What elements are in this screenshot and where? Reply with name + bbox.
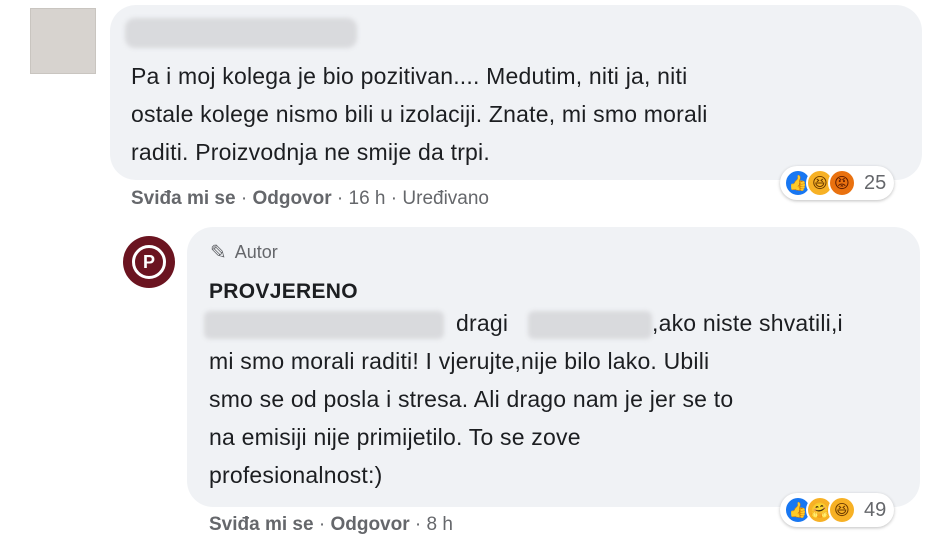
- avatar[interactable]: [30, 8, 96, 74]
- separator: ·: [318, 514, 326, 535]
- separator: ·: [414, 514, 422, 535]
- comment-text-line: na emisiji nije primijetilo. To se zove: [209, 424, 581, 450]
- reactions-summary[interactable]: 👍 😆 😡 25: [780, 166, 895, 200]
- edited-label[interactable]: Uređivano: [402, 188, 489, 209]
- haha-icon: 😆: [828, 496, 856, 524]
- avatar[interactable]: P: [123, 236, 175, 288]
- author-name[interactable]: PROVJERENO: [209, 280, 358, 304]
- reply-button[interactable]: Odgovor: [330, 514, 409, 535]
- comment-text-line: smo se od posla i stresa. Ali drago nam …: [209, 386, 734, 412]
- reactions-summary[interactable]: 👍 🤗 😆 49: [780, 493, 895, 527]
- separator: ·: [336, 188, 344, 209]
- redacted-text: [528, 311, 652, 339]
- comment-actions: Sviđa mi se · Odgovor · 16 h · Uređivano: [131, 188, 489, 210]
- reaction-count: 49: [864, 498, 887, 521]
- author-badge: ✎ Autor: [210, 240, 278, 265]
- reply-button[interactable]: Odgovor: [252, 188, 331, 209]
- comment-text-line: profesionalnost:): [209, 462, 383, 488]
- comment-text-line: mi smo morali raditi! I vjerujte,nije bi…: [209, 348, 710, 374]
- timestamp[interactable]: 16 h: [349, 188, 386, 209]
- angry-icon: 😡: [828, 169, 856, 197]
- redacted-author-name: [125, 18, 357, 48]
- redacted-text: [204, 311, 444, 339]
- comment-actions: Sviđa mi se · Odgovor · 8 h: [209, 514, 453, 536]
- reaction-count: 25: [864, 171, 887, 194]
- like-button[interactable]: Sviđa mi se: [131, 188, 236, 209]
- comment-text-line: raditi. Proizvodnja ne smije da trpi.: [131, 139, 490, 165]
- like-button[interactable]: Sviđa mi se: [209, 514, 314, 535]
- avatar-logo: P: [132, 245, 166, 279]
- comment-text-line: Pa i moj kolega je bio pozitivan.... Med…: [131, 63, 688, 89]
- separator: ·: [240, 188, 248, 209]
- timestamp[interactable]: 8 h: [427, 514, 453, 535]
- comment-text-fragment: ,ako niste shvatili,i: [652, 310, 843, 336]
- separator: ·: [390, 188, 398, 209]
- comment-text-line: ostale kolege nismo bili u izolaciji. Zn…: [131, 101, 708, 127]
- comment-text-fragment: dragi: [456, 310, 509, 336]
- pencil-icon: ✎: [210, 242, 227, 264]
- author-badge-label: Autor: [234, 242, 278, 262]
